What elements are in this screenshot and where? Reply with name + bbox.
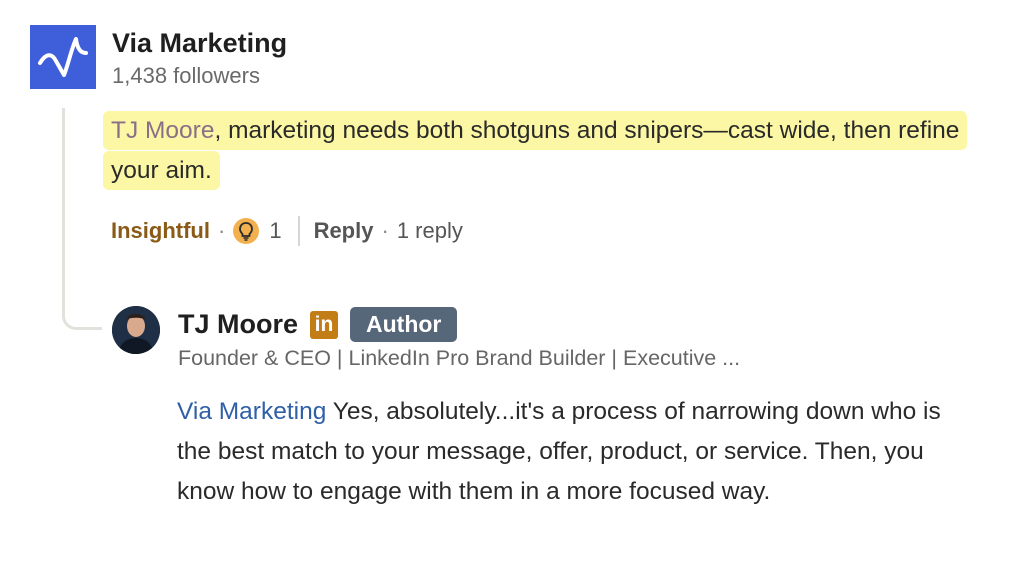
lightbulb-icon[interactable] — [233, 218, 260, 244]
replies-count[interactable]: 1 reply — [397, 218, 463, 244]
thread-connector-line — [62, 108, 102, 330]
author-headline: Founder & CEO | LinkedIn Pro Brand Build… — [178, 346, 741, 370]
comment-body: TJ Moore, marketing needs both shotguns … — [103, 111, 993, 191]
mention-link[interactable]: TJ Moore — [111, 117, 214, 144]
reaction-count[interactable]: 1 — [269, 218, 281, 244]
separator-dot: · — [217, 218, 226, 243]
reply-body: Via Marketing Yes, absolutely...it's a p… — [177, 392, 977, 512]
reply-button[interactable]: Reply — [314, 218, 374, 244]
company-name[interactable]: Via Marketing — [112, 27, 287, 59]
comment-text: , marketing needs both shotguns and snip… — [111, 117, 960, 184]
reply-author-name[interactable]: TJ Moore — [178, 307, 298, 341]
author-badge: Author — [350, 307, 458, 342]
followers-count: 1,438 followers — [112, 63, 260, 88]
company-logo[interactable] — [30, 25, 96, 89]
avatar[interactable] — [112, 306, 160, 354]
comment-actions: Insightful · 1 Reply · 1 reply — [111, 213, 463, 249]
divider — [297, 216, 300, 246]
highlighted-comment: TJ Moore, marketing needs both shotguns … — [103, 111, 968, 190]
separator-dot: · — [381, 218, 389, 243]
mention-link[interactable]: Via Marketing — [177, 398, 326, 425]
via-logo-icon — [38, 37, 88, 77]
reaction-button[interactable]: Insightful — [111, 218, 210, 244]
linkedin-icon: in — [310, 311, 338, 339]
avatar-photo-icon — [112, 306, 160, 354]
